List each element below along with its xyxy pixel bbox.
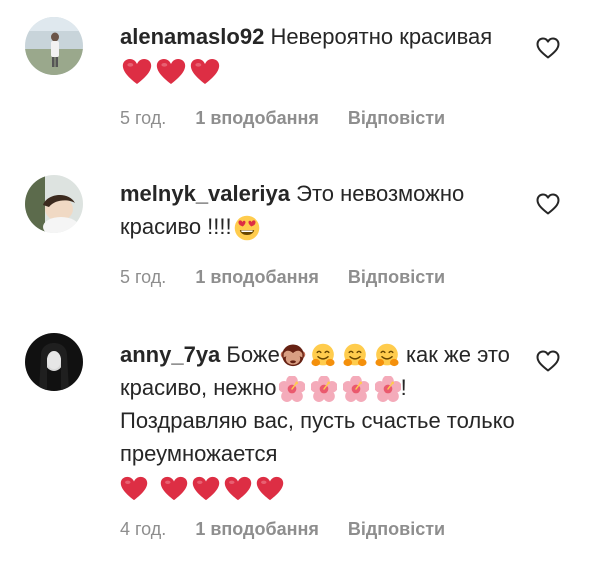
hibiscus-emoji [311, 376, 337, 402]
red-heart-emoji [156, 58, 186, 85]
hibiscus-emoji [279, 376, 305, 402]
comment-text: alenamaslo92 Невероятно красивая [120, 20, 515, 86]
username[interactable]: anny_7ya [120, 342, 220, 367]
comment-time: 4 год. [120, 519, 167, 539]
hugging-face-emoji [310, 343, 336, 369]
username[interactable]: melnyk_valeriya [120, 181, 290, 206]
red-heart-emoji [190, 58, 220, 85]
heart-eyes-emoji [234, 215, 260, 241]
hibiscus-emoji [343, 376, 369, 402]
comment-time: 5 год. [120, 108, 167, 128]
comment-time: 5 год. [120, 267, 167, 287]
red-heart-emoji [256, 476, 284, 501]
comment-text: anny_7ya Боже как же это красиво, нежно … [120, 338, 515, 503]
likes-count[interactable]: 1 вподобання [195, 267, 319, 288]
red-heart-emoji [122, 58, 152, 85]
comment-message: Невероятно красивая [270, 24, 493, 49]
hugging-face-emoji [374, 343, 400, 369]
comment-meta: 4 год. 1 вподобання Відповісти [120, 519, 445, 540]
red-heart-emoji [192, 476, 220, 501]
comment-meta: 5 год. 1 вподобання Відповісти [120, 267, 445, 288]
red-heart-emoji [120, 476, 148, 501]
comment-message-1: Боже [226, 342, 280, 367]
reply-button[interactable]: Відповісти [348, 108, 445, 129]
avatar[interactable] [25, 175, 83, 233]
hugging-face-emoji [342, 343, 368, 369]
comment-text: melnyk_valeriya Это невозможно красиво !… [120, 177, 515, 243]
comment-meta: 5 год. 1 вподобання Відповісти [120, 108, 445, 129]
like-heart-icon[interactable] [536, 350, 560, 372]
username[interactable]: alenamaslo92 [120, 24, 264, 49]
hibiscus-emoji [375, 376, 401, 402]
likes-count[interactable]: 1 вподобання [195, 519, 319, 540]
like-heart-icon[interactable] [536, 37, 560, 59]
see-no-evil-monkey-emoji [280, 343, 306, 369]
likes-count[interactable]: 1 вподобання [195, 108, 319, 129]
red-heart-emoji [224, 476, 252, 501]
like-heart-icon[interactable] [536, 193, 560, 215]
reply-button[interactable]: Відповісти [348, 519, 445, 540]
red-heart-emoji [160, 476, 188, 501]
avatar[interactable] [25, 333, 83, 391]
avatar[interactable] [25, 17, 83, 75]
reply-button[interactable]: Відповісти [348, 267, 445, 288]
